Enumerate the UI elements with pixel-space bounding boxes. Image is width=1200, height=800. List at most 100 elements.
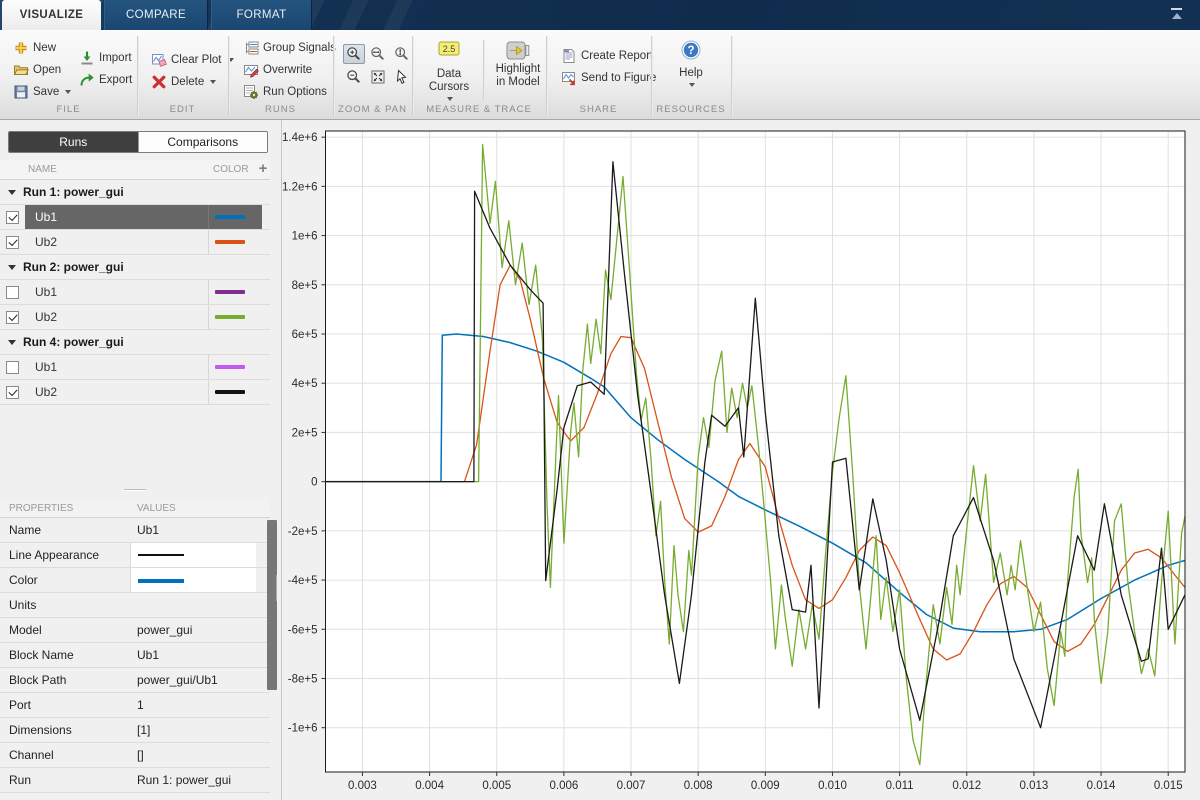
signal-color-swatch[interactable] [215, 215, 245, 219]
signal-row-body[interactable]: Ub2 [25, 380, 262, 404]
tab-visualize[interactable]: VISUALIZE [2, 0, 101, 30]
export-label: Export [99, 74, 132, 86]
new-button[interactable]: New [8, 38, 61, 58]
signal-name: Ub2 [35, 235, 57, 249]
data-cursors-button[interactable]: 2.5 Data Cursors [418, 34, 480, 102]
x-tick-label: 0.008 [684, 780, 713, 792]
signal-checkbox[interactable] [6, 361, 19, 374]
property-row[interactable]: RunRun 1: power_gui [0, 768, 270, 793]
signal-color-swatch[interactable] [215, 390, 245, 394]
signal-color-swatch[interactable] [215, 240, 245, 244]
zoom-in-button[interactable] [343, 44, 365, 64]
signal-row[interactable]: Ub2 [0, 305, 270, 330]
properties-scrollbar[interactable] [267, 520, 277, 690]
highlight-in-model-button[interactable]: Highlight in Model [487, 34, 549, 102]
property-row[interactable]: Channel[] [0, 743, 270, 768]
import-button[interactable]: Import [74, 48, 137, 68]
add-column-button[interactable]: + [255, 160, 271, 178]
property-value-text: power_gui [137, 623, 192, 637]
send-to-figure-button[interactable]: Send to Figure [556, 68, 661, 88]
signal-row-body[interactable]: Ub2 [25, 305, 262, 329]
property-row[interactable]: Line Appearance [0, 543, 270, 568]
signal-row[interactable]: Ub1 [0, 355, 270, 380]
run-group-header[interactable]: Run 1: power_gui [0, 180, 270, 205]
send-to-figure-icon [561, 70, 577, 86]
clear-plot-button[interactable]: Clear Plot [146, 50, 239, 70]
zoom-out-button[interactable] [343, 67, 365, 87]
overwrite-icon [243, 62, 259, 78]
panel-splitter-vertical[interactable] [272, 575, 281, 601]
panel-splitter-horizontal[interactable] [0, 485, 270, 498]
group-signals-button[interactable]: Group Signals [238, 38, 341, 58]
property-value[interactable] [130, 543, 256, 567]
signal-color-swatch[interactable] [215, 365, 245, 369]
delete-label: Delete [171, 76, 204, 88]
signal-row[interactable]: Ub1 [0, 280, 270, 305]
signal-row[interactable]: Ub1 [0, 205, 270, 230]
runs-group-label: RUNS [228, 104, 333, 118]
property-name: Channel [9, 748, 54, 762]
help-button[interactable]: ? Help [662, 34, 720, 102]
x-tick-label: 0.013 [1020, 780, 1049, 792]
x-tick-label: 0.003 [348, 780, 377, 792]
column-divider [208, 355, 209, 379]
run-group-header[interactable]: Run 2: power_gui [0, 255, 270, 280]
fit-to-view-button[interactable] [367, 67, 389, 87]
signal-checkbox[interactable] [6, 386, 19, 399]
tab-compare[interactable]: COMPARE [104, 0, 208, 30]
property-row[interactable]: Modelpower_gui [0, 618, 270, 643]
save-button[interactable]: Save [8, 82, 76, 102]
pointer-button[interactable] [391, 67, 413, 87]
save-floppy-icon [13, 84, 29, 100]
y-tick-label: 2e+5 [292, 427, 318, 439]
signal-row[interactable]: Ub2 [0, 230, 270, 255]
open-button[interactable]: Open [8, 60, 66, 80]
zoom-y-button[interactable] [391, 44, 413, 64]
property-row[interactable]: Block NameUb1 [0, 643, 270, 668]
x-tick-labels: 0.0030.0040.0050.0060.0070.0080.0090.010… [348, 780, 1183, 792]
property-row[interactable]: Units [0, 593, 270, 618]
property-row[interactable]: Block Pathpower_gui/Ub1 [0, 668, 270, 693]
property-row[interactable]: Color [0, 568, 270, 593]
property-value[interactable] [130, 568, 256, 592]
signal-checkbox[interactable] [6, 236, 19, 249]
y-tick-label: 1.2e+6 [282, 181, 318, 193]
property-value-text: Ub1 [137, 523, 159, 537]
create-report-button[interactable]: Create Report [556, 46, 658, 66]
signal-row-body[interactable]: Ub1 [25, 205, 262, 229]
signal-checkbox[interactable] [6, 286, 19, 299]
create-report-icon [561, 48, 577, 64]
y-tick-label: 4e+5 [292, 378, 318, 390]
tab-format[interactable]: FORMAT [211, 0, 312, 30]
overwrite-button[interactable]: Overwrite [238, 60, 317, 80]
delete-button[interactable]: Delete [146, 72, 221, 92]
run-options-button[interactable]: Run Options [238, 82, 332, 102]
open-label: Open [33, 64, 61, 76]
comparisons-tab[interactable]: Comparisons [138, 132, 268, 152]
import-label: Import [99, 52, 132, 64]
y-tick-label: -1e+6 [288, 723, 318, 735]
signal-row[interactable]: Ub2 [0, 380, 270, 405]
property-value-text: [1] [137, 723, 150, 737]
property-name: Block Name [9, 648, 74, 662]
properties-column-header: PROPERTIES [9, 503, 73, 514]
signal-row-body[interactable]: Ub1 [25, 355, 262, 379]
runs-tab[interactable]: Runs [9, 132, 138, 152]
run-group-header[interactable]: Run 4: power_gui [0, 330, 270, 355]
signal-checkbox[interactable] [6, 211, 19, 224]
property-row[interactable]: NameUb1 [0, 518, 270, 543]
signal-row-body[interactable]: Ub1 [25, 280, 262, 304]
zoom-x-button[interactable] [367, 44, 389, 64]
signal-checkbox[interactable] [6, 311, 19, 324]
export-button[interactable]: Export [74, 70, 137, 90]
signal-row-body[interactable]: Ub2 [25, 230, 262, 254]
property-row[interactable]: Port1 [0, 693, 270, 718]
values-column-header: VALUES [137, 503, 176, 514]
ribbon-toolbar: New Open Save Import Export FILE Clear P… [0, 30, 1200, 120]
signal-color-swatch[interactable] [215, 315, 245, 319]
signal-color-swatch[interactable] [215, 290, 245, 294]
plot-canvas[interactable]: 0.0030.0040.0050.0060.0070.0080.0090.010… [282, 120, 1200, 800]
property-row[interactable]: Dimensions[1] [0, 718, 270, 743]
data-cursors-icon: 2.5 [436, 39, 462, 61]
minimize-ribbon-button[interactable] [1168, 7, 1186, 22]
